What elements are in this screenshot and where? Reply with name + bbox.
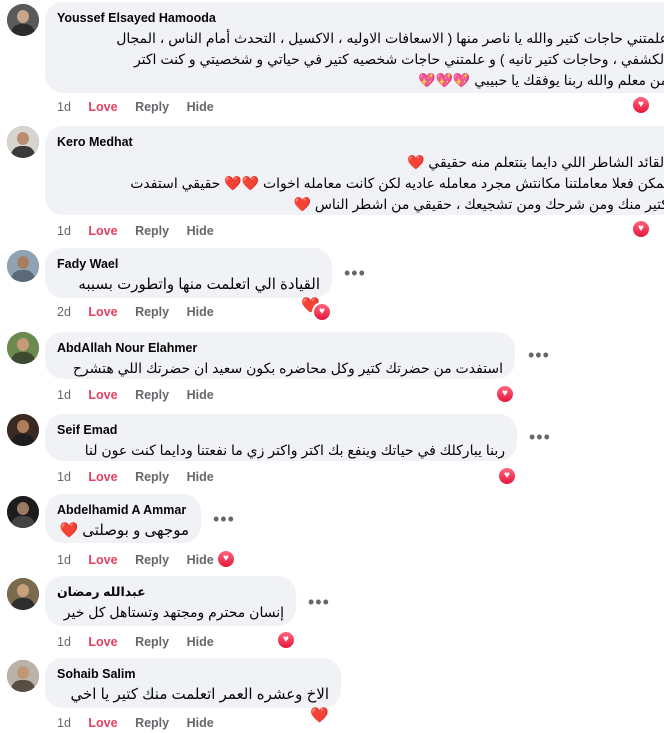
reply-button[interactable]: Reply (135, 716, 169, 730)
comment-author[interactable]: AbdAllah Nour Elahmer (57, 340, 503, 356)
love-button[interactable]: Love (88, 224, 117, 238)
more-options-icon[interactable]: ••• (529, 428, 551, 446)
comment-text: موجهى و بوصلتى ❤️ (57, 520, 189, 541)
love-button[interactable]: Love (88, 553, 117, 567)
avatar[interactable] (7, 414, 39, 446)
avatar[interactable] (7, 250, 39, 282)
more-options-icon[interactable]: ••• (344, 264, 366, 282)
comment-line: كتير منك ومن شرحك ومن تشجيعك ، حقيقي من … (293, 196, 664, 212)
comment-bubble: عبدالله رمضان إنسان محترم ومجتهد وتستاهل… (45, 576, 296, 626)
reply-button[interactable]: Reply (135, 305, 169, 319)
heart-reaction-icon[interactable]: ♥ (277, 631, 295, 649)
comment-actions: 2d Love Reply Hide (57, 305, 228, 319)
comment-time[interactable]: 1d (57, 470, 71, 484)
love-button[interactable]: Love (88, 100, 117, 114)
heart-reaction-icon[interactable]: ♥ (498, 467, 516, 485)
avatar[interactable] (7, 578, 39, 610)
comment-author[interactable]: Youssef Elsayed Hamooda (57, 10, 664, 26)
hide-button[interactable]: Hide (187, 716, 214, 730)
comment-line: إنسان محترم ومجتهد وتستاهل كل خير (63, 604, 284, 620)
more-options-icon[interactable]: ••• (528, 346, 550, 364)
comment-line: يمكن فعلا معاملتنا مكانتش مجرد معامله عا… (130, 175, 664, 191)
heart-reaction-icon[interactable]: ♥ (496, 385, 514, 403)
hide-button[interactable]: Hide (187, 553, 214, 567)
love-button[interactable]: Love (88, 470, 117, 484)
comment-line: علمتني حاجات كتير والله يا ناصر منها ( ا… (116, 30, 664, 46)
love-button[interactable]: Love (88, 305, 117, 319)
reply-button[interactable]: Reply (135, 470, 169, 484)
comment-actions: 1d Love Reply Hide (57, 224, 228, 238)
reply-button[interactable]: Reply (135, 635, 169, 649)
comment-actions: 1d Love Reply Hide (57, 635, 228, 649)
comment-author[interactable]: Seif Emad (57, 422, 505, 438)
comment-bubble: Sohaib Salim الاخ وعشره العمر اتعلمت منك… (45, 658, 341, 724)
comment-actions: 1d Love Reply Hide (57, 716, 228, 730)
heart-reaction-icon[interactable]: ♥ (632, 96, 650, 114)
comment-line: الكشفي ، وحاجات كتير تانيه ) و علمتني حا… (133, 51, 664, 67)
avatar[interactable] (7, 496, 39, 528)
hide-button[interactable]: Hide (187, 388, 214, 402)
comment-text: القائد الشاطر اللي دايما بنتعلم منه حقيق… (57, 152, 664, 215)
comment-text: إنسان محترم ومجتهد وتستاهل كل خير (57, 602, 284, 623)
comment-actions: 1d Love Reply Hide (57, 100, 228, 114)
comment-time[interactable]: 1d (57, 635, 71, 649)
avatar[interactable] (7, 126, 39, 158)
comment-text: استفدت من حضرتك كتير وكل محاضره بكون سعي… (57, 358, 503, 379)
comment-text: ربنا يباركلك في حياتك وينفع بك اكتر واكت… (57, 440, 505, 461)
hide-button[interactable]: Hide (187, 224, 214, 238)
comment-time[interactable]: 1d (57, 224, 71, 238)
hide-button[interactable]: Hide (187, 635, 214, 649)
hide-button[interactable]: Hide (187, 305, 214, 319)
more-options-icon[interactable]: ••• (308, 593, 330, 611)
hide-button[interactable]: Hide (187, 100, 214, 114)
love-button[interactable]: Love (88, 716, 117, 730)
comment-line: من معلم والله ربنا يوفقك يا حبيبي 💖💖💖 (418, 72, 664, 88)
comment-time[interactable]: 1d (57, 388, 71, 402)
avatar[interactable] (7, 660, 39, 692)
heart-reaction-icon[interactable]: ♥ (217, 550, 235, 568)
reply-button[interactable]: Reply (135, 100, 169, 114)
reply-button[interactable]: Reply (135, 388, 169, 402)
heart-reaction-icon[interactable]: ♥ (632, 220, 650, 238)
comment-author[interactable]: Sohaib Salim (57, 666, 329, 682)
love-button[interactable]: Love (88, 388, 117, 402)
avatar[interactable] (7, 332, 39, 364)
comment-line: موجهى و بوصلتى ❤️ (59, 522, 189, 539)
comment-author[interactable]: Abdelhamid A Ammar (57, 502, 189, 518)
comment-actions: 1d Love Reply Hide (57, 388, 228, 402)
comment-bubble: Fady Wael القيادة الي اتعلمت منها واتطور… (45, 248, 332, 314)
avatar[interactable] (7, 4, 39, 36)
comment-line: القائد الشاطر اللي دايما بنتعلم منه حقيق… (406, 154, 664, 170)
comment-bubble: Youssef Elsayed Hamooda علمتني حاجات كتي… (45, 2, 664, 93)
comment-time[interactable]: 1d (57, 100, 71, 114)
comment-time[interactable]: 1d (57, 716, 71, 730)
comment-actions: 1d Love Reply Hide (57, 470, 228, 484)
comment-time[interactable]: 1d (57, 553, 71, 567)
comment-time[interactable]: 2d (57, 305, 71, 319)
reply-button[interactable]: Reply (135, 224, 169, 238)
hide-button[interactable]: Hide (187, 470, 214, 484)
comment-line: ربنا يباركلك في حياتك وينفع بك اكتر واكت… (84, 442, 505, 458)
comment-bubble: Abdelhamid A Ammar موجهى و بوصلتى ❤️ (45, 494, 201, 543)
heart-reaction-icon[interactable]: ♥ (313, 303, 331, 321)
comment-bubble: AbdAllah Nour Elahmer استفدت من حضرتك كت… (45, 332, 515, 379)
comment-author[interactable]: Fady Wael (57, 256, 320, 272)
comment-line: استفدت من حضرتك كتير وكل محاضره بكون سعي… (72, 360, 503, 376)
comment-bubble: Seif Emad ربنا يباركلك في حياتك وينفع بك… (45, 414, 517, 461)
reply-button[interactable]: Reply (135, 553, 169, 567)
comment-bubble: Kero Medhat القائد الشاطر اللي دايما بنت… (45, 126, 664, 215)
comment-text: علمتني حاجات كتير والله يا ناصر منها ( ا… (57, 28, 664, 91)
love-button[interactable]: Love (88, 635, 117, 649)
comment-actions: 1d Love Reply Hide (57, 553, 228, 567)
more-options-icon[interactable]: ••• (213, 510, 235, 528)
comment-author[interactable]: عبدالله رمضان (57, 584, 284, 600)
comment-author[interactable]: Kero Medhat (57, 134, 664, 150)
